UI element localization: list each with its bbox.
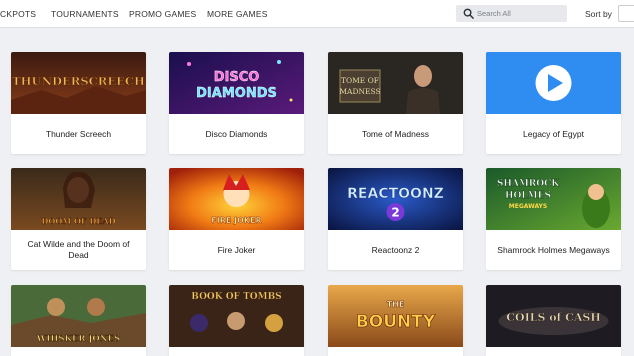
art-title: DISCO [214,70,260,85]
game-title: Shamrock Holmes Megaways [497,244,610,255]
nav-tournaments[interactable]: TOURNAMENTS [51,9,119,19]
game-thumbnail: DISCO DIAMONDS [169,52,304,114]
art-title: SHAMROCK [497,179,560,189]
game-card-reactoonz-2[interactable]: REACTOONZ 2 Reactoonz 2 [328,168,463,270]
game-title: Fire Joker [217,244,256,255]
game-thumbnail: THUNDERSCREECH [11,52,146,114]
nav-jackpots[interactable]: CKPOTS [0,9,36,19]
game-title [175,347,298,356]
art-title: REACTOONZ [347,186,444,202]
nav-promo-games[interactable]: PROMO GAMES [129,9,196,19]
game-card-thunder-screech[interactable]: THUNDERSCREECH Thunder Screech [11,52,146,154]
game-title: Disco Diamonds [205,128,268,139]
game-thumbnail: FIRE JOKER [169,168,304,230]
game-title [492,347,615,356]
game-card-tome-of-madness[interactable]: TOME OF MADNESS Tome of Madness [328,52,463,154]
game-thumbnail: THE BOUNTY [328,285,463,347]
sort-by-select[interactable] [618,5,634,22]
art-title: BOOK OF TOMBS [191,292,281,302]
art-subtitle: MADNESS [339,87,380,96]
game-card-whisker-jones[interactable]: WHISKER JONES [11,285,146,356]
top-navigation-bar: CKPOTS TOURNAMENTS PROMO GAMES MORE GAME… [0,0,634,28]
game-card-legacy-of-egypt[interactable]: Legacy of Egypt [486,52,621,154]
art-title: THUNDERSCREECH [12,74,145,88]
game-card-book-of-tombs[interactable]: BOOK OF TOMBS [169,285,304,356]
art-title: COILS of CASH [506,311,601,324]
nav-more-games[interactable]: MORE GAMES [207,9,268,19]
game-thumbnail: DOOM OF DEAD [11,168,146,230]
game-card-cat-wilde[interactable]: DOOM OF DEAD Cat Wilde and the Doom of D… [11,168,146,270]
game-title: Legacy of Egypt [523,128,584,139]
game-thumbnail: SHAMROCK HOLMES MEGAWAYS [486,168,621,230]
game-title: Tome of Madness [361,128,430,139]
game-title: Thunder Screech [45,128,112,139]
game-thumbnail: BOOK OF TOMBS [169,285,304,347]
game-thumbnail: COILS of CASH [486,285,621,347]
search-input[interactable]: Search All [456,5,567,22]
game-title: Cat Wilde and the Doom of Dead [27,239,130,260]
art-subtitle: BOUNTY [356,312,436,332]
game-card-disco-diamonds[interactable]: DISCO DIAMONDS Disco Diamonds [169,52,304,154]
art-tag: MEGAWAYS [509,203,547,210]
game-thumbnail [486,52,621,114]
art-subtitle: HOLMES [505,191,551,201]
game-title: Reactoonz 2 [371,244,420,255]
art-title: WHISKER JONES [36,334,120,344]
game-thumbnail: WHISKER JONES [11,285,146,347]
game-title [17,347,140,356]
sort-by-label: Sort by [585,9,612,19]
art-subtitle: DIAMONDS [196,86,277,101]
search-placeholder: Search All [477,9,511,18]
game-thumbnail: TOME OF MADNESS [328,52,463,114]
game-card-coils-of-cash[interactable]: COILS of CASH [486,285,621,356]
art-title: THE [387,300,405,309]
game-thumbnail: REACTOONZ 2 [328,168,463,230]
game-card-shamrock-holmes[interactable]: SHAMROCK HOLMES MEGAWAYS Shamrock Holmes… [486,168,621,270]
search-icon [463,8,474,19]
art-title: DOOM OF DEAD [41,216,115,226]
art-title: TOME OF [341,76,379,85]
game-card-fire-joker[interactable]: FIRE JOKER Fire Joker [169,168,304,270]
game-title [334,347,457,356]
svg-text:2: 2 [391,206,399,220]
game-card-the-bounty[interactable]: THE BOUNTY [328,285,463,356]
art-title: FIRE JOKER [211,216,261,225]
